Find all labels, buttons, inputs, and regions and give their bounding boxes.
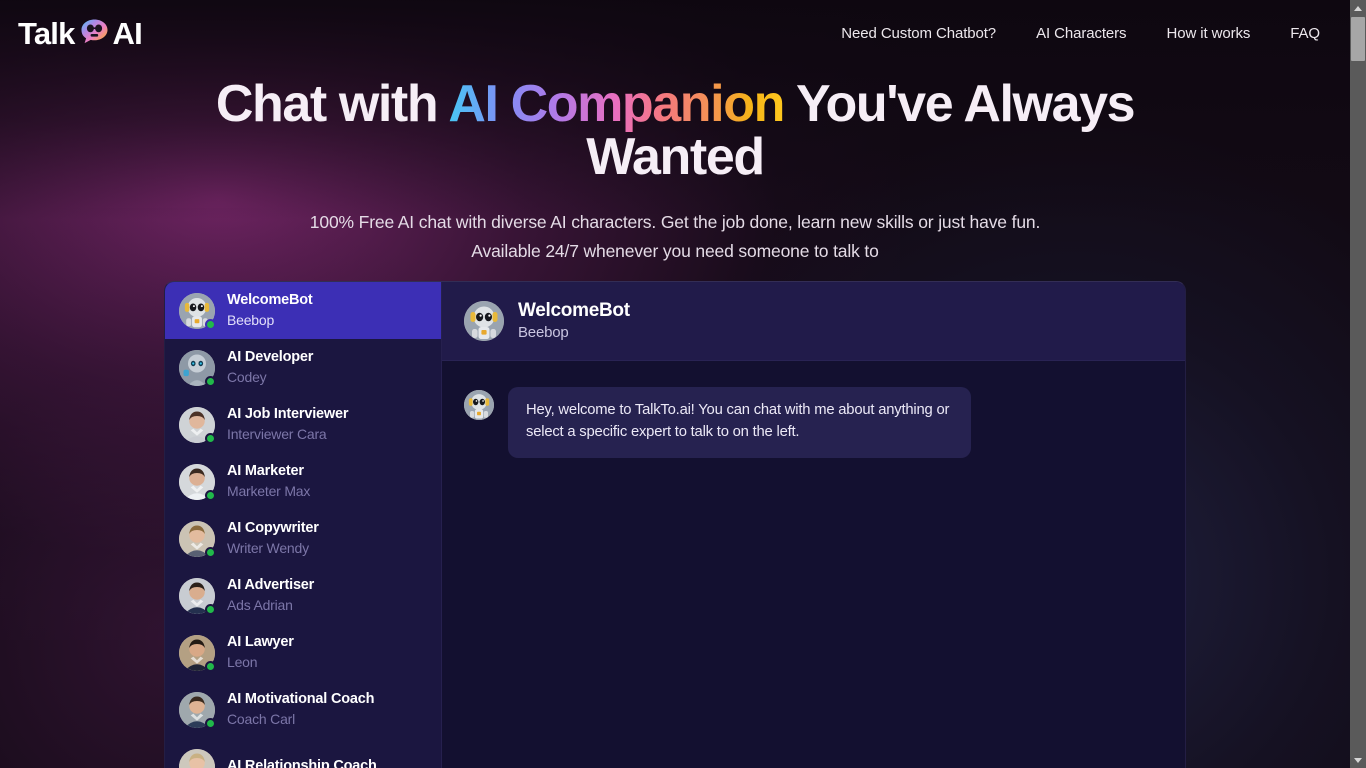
character-avatar bbox=[179, 520, 216, 558]
online-status-dot bbox=[205, 318, 216, 330]
hero-subtitle: 100% Free AI chat with diverse AI charac… bbox=[309, 212, 1041, 261]
character-avatar bbox=[179, 634, 216, 672]
character-persona: Interviewer Cara bbox=[227, 425, 327, 442]
character-list-item[interactable]: AI Copywriter Writer Wendy bbox=[165, 510, 441, 567]
character-persona: Beebop bbox=[227, 311, 275, 328]
character-avatar bbox=[179, 577, 216, 615]
character-list-item[interactable]: AI Job Interviewer Interviewer Cara bbox=[165, 396, 441, 453]
scroll-down-arrow-icon bbox=[1354, 757, 1362, 763]
chat-message-area: Hey, welcome to TalkTo.ai! You can chat … bbox=[442, 361, 1185, 768]
nav-item-how-it-works[interactable]: How it works bbox=[1146, 19, 1270, 48]
character-list-item[interactable]: AI Developer Codey bbox=[165, 339, 441, 396]
character-list-item[interactable]: AI Lawyer Leon bbox=[165, 624, 441, 681]
character-avatar bbox=[179, 292, 216, 330]
character-list-item[interactable]: AI Relationship Coach bbox=[165, 738, 441, 768]
character-list-item[interactable]: AI Advertiser Ads Adrian bbox=[165, 567, 441, 624]
character-persona: Leon bbox=[227, 653, 258, 670]
online-status-dot bbox=[205, 660, 216, 672]
character-meta: AI Motivational Coach Coach Carl bbox=[227, 690, 374, 728]
chat-header-name: WelcomeBot bbox=[518, 299, 630, 321]
character-meta: AI Advertiser Ads Adrian bbox=[227, 576, 314, 614]
chat-message: Hey, welcome to TalkTo.ai! You can chat … bbox=[464, 387, 1163, 458]
page-title: Chat with AI Companion You've Always Wan… bbox=[0, 75, 1350, 184]
scroll-up-button[interactable] bbox=[1350, 0, 1366, 16]
chat-section: WelcomeBot Beebop Hey, welcome to TalkTo… bbox=[442, 282, 1185, 768]
online-status-dot bbox=[205, 717, 216, 729]
chat-header: WelcomeBot Beebop bbox=[442, 282, 1185, 361]
character-meta: AI Developer Codey bbox=[227, 348, 313, 386]
character-persona: Coach Carl bbox=[227, 710, 296, 727]
brand-logo[interactable]: Talk AI bbox=[18, 15, 143, 51]
character-avatar bbox=[179, 691, 216, 729]
character-name: AI Motivational Coach bbox=[227, 691, 375, 708]
character-list-item[interactable]: AI Motivational Coach Coach Carl bbox=[165, 681, 441, 738]
nav-item-faq[interactable]: FAQ bbox=[1270, 19, 1326, 48]
scrollbar-thumb[interactable] bbox=[1351, 17, 1365, 61]
scroll-up-arrow-icon bbox=[1354, 5, 1362, 11]
online-status-dot bbox=[205, 546, 216, 558]
online-status-dot bbox=[205, 432, 216, 444]
chat-header-avatar bbox=[464, 301, 504, 341]
character-meta: AI Copywriter Writer Wendy bbox=[227, 519, 319, 557]
brand-name-right: AI bbox=[112, 15, 143, 51]
chat-header-meta: WelcomeBot Beebop bbox=[518, 299, 630, 344]
online-status-dot bbox=[205, 375, 216, 387]
character-list-sidebar[interactable]: WelcomeBot Beebop AI Developer Codey AI Job … bbox=[165, 282, 442, 768]
character-name: AI Relationship Coach bbox=[227, 757, 377, 768]
main-navigation: Need Custom Chatbot? AI Characters How i… bbox=[821, 19, 1326, 48]
character-avatar bbox=[179, 748, 215, 768]
character-meta: AI Relationship Coach bbox=[227, 757, 377, 768]
character-name: AI Advertiser bbox=[227, 577, 315, 594]
character-name: WelcomeBot bbox=[227, 292, 313, 309]
chat-header-persona: Beebop bbox=[518, 324, 569, 342]
character-name: AI Job Interviewer bbox=[227, 406, 349, 423]
character-name: AI Copywriter bbox=[227, 520, 319, 537]
character-meta: AI Lawyer Leon bbox=[227, 633, 294, 671]
online-status-dot bbox=[205, 489, 216, 501]
browser-viewport: Talk AI Need Custom Chatbot? AI Characte… bbox=[0, 0, 1366, 768]
character-persona: Codey bbox=[227, 368, 267, 385]
character-avatar bbox=[179, 349, 216, 387]
character-persona: Ads Adrian bbox=[227, 596, 293, 613]
brand-name-left: Talk bbox=[18, 15, 75, 51]
speech-bubble-robot-icon bbox=[78, 17, 112, 49]
character-list-item[interactable]: WelcomeBot Beebop bbox=[165, 282, 441, 339]
character-name: AI Lawyer bbox=[227, 634, 294, 651]
character-meta: WelcomeBot Beebop bbox=[227, 291, 313, 329]
character-persona: Writer Wendy bbox=[227, 539, 309, 556]
scroll-down-button[interactable] bbox=[1350, 752, 1366, 768]
character-list-item[interactable]: AI Marketer Marketer Max bbox=[165, 453, 441, 510]
avatar bbox=[179, 748, 215, 768]
hero-title-part1: Chat with bbox=[215, 75, 449, 133]
character-persona: Marketer Max bbox=[227, 482, 311, 499]
chat-app-panel: WelcomeBot Beebop AI Developer Codey AI Job … bbox=[164, 281, 1186, 768]
online-status-dot bbox=[205, 603, 216, 615]
message-bubble: Hey, welcome to TalkTo.ai! You can chat … bbox=[508, 387, 971, 458]
character-meta: AI Job Interviewer Interviewer Cara bbox=[227, 405, 349, 443]
character-meta: AI Marketer Marketer Max bbox=[227, 462, 310, 500]
hero-title-gradient: AI Companion bbox=[448, 75, 785, 133]
character-avatar bbox=[179, 463, 216, 501]
message-avatar bbox=[464, 390, 494, 420]
page-scrollbar[interactable] bbox=[1350, 0, 1366, 768]
nav-item-ai-characters[interactable]: AI Characters bbox=[1016, 19, 1146, 48]
site-header: Talk AI Need Custom Chatbot? AI Characte… bbox=[0, 0, 1350, 66]
nav-item-custom-chatbot[interactable]: Need Custom Chatbot? bbox=[821, 19, 1016, 48]
character-name: AI Marketer bbox=[227, 463, 304, 480]
character-avatar bbox=[179, 406, 216, 444]
character-name: AI Developer bbox=[227, 349, 314, 366]
